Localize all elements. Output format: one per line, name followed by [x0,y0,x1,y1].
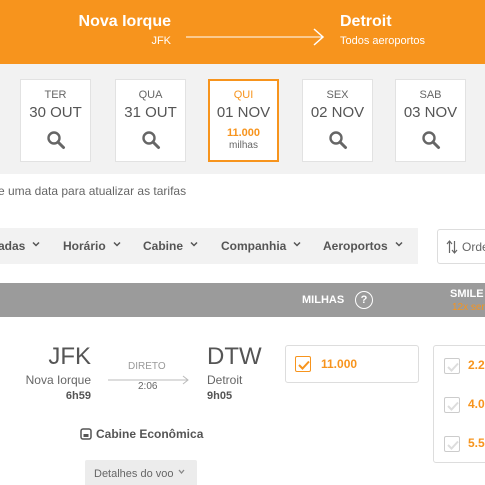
smiles-fare-value: 5.5 [468,436,485,450]
miles-fare-value: 11.000 [321,357,358,371]
flight-details-label: Detalhes do voo [94,468,174,480]
date-weekday: TER [44,89,67,101]
checkbox-icon[interactable] [444,397,460,413]
search-icon [141,131,160,149]
check-icon [447,401,459,411]
smiles-fare-value: 4.0 [468,397,485,411]
filter-cabine[interactable]: Cabine [143,239,198,253]
miles-column-label: MILHAS [302,294,345,306]
chevron-down-icon [395,241,403,247]
smiles-column-subtitle: 12x ser [452,302,485,313]
date-label: 30 OUT [29,104,82,121]
date-hint-text: e uma data para atualizar as tarifas [0,184,187,198]
chevron-down-icon [113,241,121,247]
flight-result-row: JFK Nova Iorque 6h59 DIRETO 2:06 DTW Det… [0,317,485,485]
destination-city: Detroit [207,373,243,387]
results-column-header: MILHAS ? SMILE 12x ser [0,283,485,317]
miles-fare-option[interactable]: 11.000 [285,345,419,383]
destination-airport-code: DTW [207,343,262,370]
date-selector: TER 30 OUT QUA 31 OUT QUI 01 NOV 11.000 … [0,64,485,174]
flight-destination: DTW Detroit 9h05 [207,343,262,403]
date-label: 31 OUT [124,104,177,121]
sort-label: Orde [462,240,485,254]
filter-label: adas [0,239,26,253]
checkbox-icon[interactable] [444,358,460,374]
sort-arrows-icon [446,240,458,254]
date-weekday: SAB [419,89,442,101]
chevron-down-icon [293,241,301,247]
help-icon[interactable]: ? [355,291,373,309]
route-destination: Detroit Todos aeroportos [340,12,425,48]
chevron-down-icon [178,469,184,475]
filter-horario[interactable]: Horário [63,239,121,253]
route-origin: Nova Iorque JFK [79,12,171,48]
date-card-30-out[interactable]: TER 30 OUT [20,79,91,162]
cabin-label: Cabine Econômica [96,427,204,441]
date-label: 01 NOV [216,104,271,121]
date-price-unit: milhas [229,140,258,151]
smiles-fare-value: 2.2 [468,358,485,372]
filter-escalas[interactable]: adas [0,239,40,253]
smiles-fare-option[interactable]: 5.5 [434,424,485,463]
filter-label: Cabine [143,239,184,253]
stops-label: DIRETO [128,361,166,372]
checkbox-icon[interactable] [295,356,311,372]
departure-time: 6h59 [65,390,91,402]
date-weekday: SEX [326,89,349,101]
chevron-down-icon [190,241,198,247]
smiles-fare-option[interactable]: 2.2 [434,346,485,385]
filter-aeroportos[interactable]: Aeroportos [323,239,403,253]
smiles-column-label: SMILE [450,288,484,300]
search-icon [46,131,65,149]
date-label: 02 NOV [310,104,365,121]
origin-airport-code: JFK [48,343,91,370]
date-card-02-nov[interactable]: SEX 02 NOV [302,79,373,162]
flight-duration: 2:06 [138,381,158,392]
date-price: 11.000 [226,127,261,139]
flight-details-button[interactable]: Detalhes do voo [85,460,197,485]
cabin-class: Cabine Econômica [80,427,203,441]
checkbox-icon[interactable] [444,436,460,452]
date-weekday: QUA [138,89,163,101]
route-arrow-icon [186,28,325,46]
search-icon [328,131,347,149]
check-icon [447,440,459,450]
date-weekday: QUI [233,89,254,101]
chevron-down-icon [32,241,40,247]
filter-companhia[interactable]: Companhia [221,239,301,253]
sort-dropdown[interactable]: Orde [437,229,485,264]
flight-origin: JFK Nova Iorque 6h59 [26,343,91,403]
date-label: 03 NOV [403,104,458,121]
date-card-31-out[interactable]: QUA 31 OUT [115,79,186,162]
route-header: Nova Iorque JFK Detroit Todos aeroportos [0,0,485,64]
smiles-fare-option[interactable]: 4.0 [434,385,485,424]
origin-city: Nova Iorque [25,373,91,387]
filter-label: Companhia [221,239,287,253]
search-icon [421,131,440,149]
seat-icon [80,428,92,440]
filter-label: Horário [63,239,106,253]
route-origin-city: Nova Iorque [78,13,171,30]
check-icon [298,360,310,370]
date-card-03-nov[interactable]: SAB 03 NOV [395,79,466,162]
arrival-time: 9h05 [207,390,233,402]
route-origin-code: JFK [151,35,171,47]
route-destination-airports: Todos aeroportos [340,35,425,47]
flight-search-results: Nova Iorque JFK Detroit Todos aeroportos… [0,0,485,485]
check-icon [447,362,459,372]
filter-bar: adas Horário Cabine Companhia Aeroportos [0,228,418,264]
date-card-01-nov-selected[interactable]: QUI 01 NOV 11.000 milhas [208,79,279,162]
smiles-fare-options: 2.2 4.0 5.5 [433,345,485,463]
route-destination-city: Detroit [340,13,392,30]
filter-label: Aeroportos [323,239,388,253]
